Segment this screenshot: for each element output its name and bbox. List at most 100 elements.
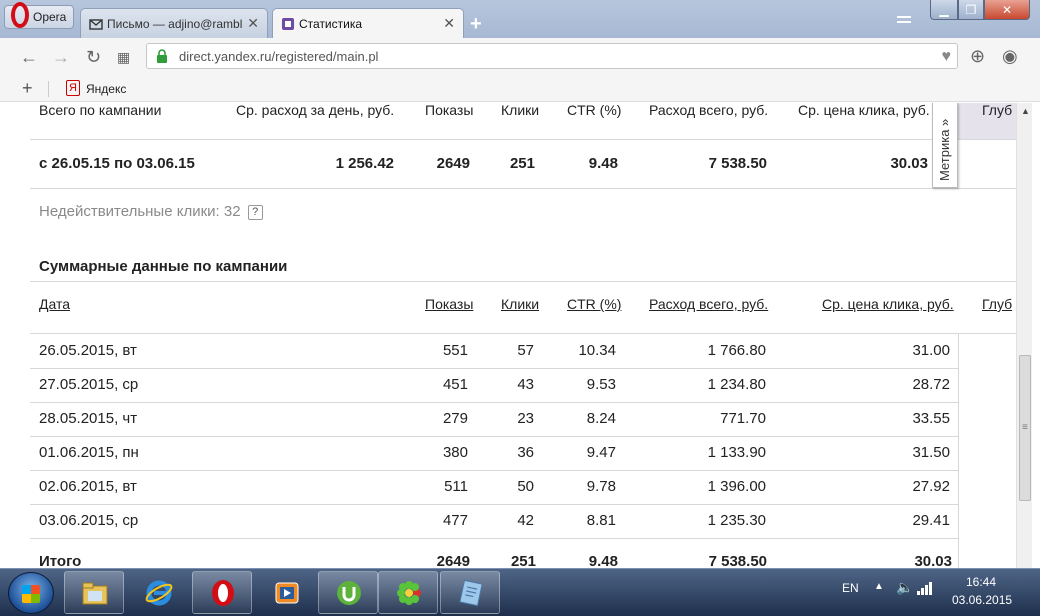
row-clicks: 42 [517,512,534,529]
taskbar-notepad[interactable] [440,571,500,614]
speed-dial-icon[interactable]: ▦ [117,49,130,66]
taskbar-ie[interactable] [128,571,188,614]
invalid-clicks-label: Недействительные клики: 32 [39,203,241,220]
scrollbar-thumb[interactable]: ≡ [1019,355,1031,501]
close-tab-icon[interactable]: ✕ [247,15,259,32]
row-ctr: 9.47 [586,444,616,461]
summary-ctr: 9.48 [588,155,618,172]
row-shows: 380 [442,444,468,461]
windows-taskbar: EN ▲ 🔈 16:44 03.06.2015 [0,568,1040,616]
account-icon[interactable]: ◉ [1002,46,1018,67]
row-divider [30,436,958,437]
summary-clicks: 251 [509,155,535,172]
address-bar[interactable]: direct.yandex.ru/registered/main.pl ♥ [146,43,958,69]
summary-header-total: Расход всего, руб. [649,103,769,118]
row-ctr: 9.53 [586,376,616,393]
metrika-panel-button[interactable]: Метрика » [932,103,958,188]
network-signal-icon[interactable] [916,581,934,595]
close-tab-icon[interactable]: ✕ [443,15,455,32]
minimize-icon[interactable]: ▁ [930,0,958,20]
url-text: direct.yandex.ru/registered/main.pl [179,48,379,64]
taskbar-icq[interactable] [378,571,438,614]
tab-menu-icon[interactable] [896,14,912,26]
address-toolbar: ← → ↻ ▦ direct.yandex.ru/registered/main… [0,38,1040,76]
row-total: 1 235.30 [707,512,766,529]
row-total: 1 396.00 [707,478,766,495]
help-icon[interactable]: ? [247,205,263,220]
window-controls: ▁ ❐ ✕ [930,0,1030,20]
row-avg-click: 28.72 [912,376,950,393]
summary-header-clicks: Клики [501,103,540,118]
ie-icon [145,580,173,606]
windows-logo-icon [22,585,40,603]
taskbar-explorer[interactable] [64,571,124,614]
stash-heart-icon[interactable]: ♥ [942,48,952,66]
maximize-icon[interactable]: ❐ [958,0,984,20]
mail-icon [89,19,103,30]
row-total: 1 133.90 [707,444,766,461]
icq-icon [397,581,421,605]
row-total: 1 234.80 [707,376,766,393]
summary-period: с 26.05.15 по 03.06.15 [39,155,195,172]
tab-statistics[interactable]: Статистика ✕ [272,8,464,38]
language-indicator[interactable]: EN [842,581,859,595]
sort-by-depth-link[interactable]: Глуб [982,296,1012,312]
yandex-icon: Я [66,80,80,96]
bookmark-yandex[interactable]: Яндекс [86,82,126,96]
row-total: 771.70 [720,410,766,427]
row-ctr: 10.34 [578,342,616,359]
opera-icon [212,580,234,606]
opera-menu-label: Opera [33,10,67,24]
row-ctr: 9.78 [586,478,616,495]
close-window-icon[interactable]: ✕ [984,0,1030,20]
taskbar-media-player[interactable] [256,571,316,614]
row-date: 03.06.2015, ср [39,512,139,529]
row-shows: 451 [442,376,468,393]
sort-by-clicks-link[interactable]: Клики [501,296,539,312]
row-divider [30,470,958,471]
forward-icon[interactable]: → [52,47,70,68]
row-date: 26.05.2015, вт [39,342,137,359]
notepad-icon [459,579,483,607]
daily-section-title: Суммарные данные по кампании [39,258,288,275]
summary-avg-daily: 1 256.42 [335,155,394,172]
show-hidden-icons-arrow-icon[interactable]: ▲ [874,581,884,592]
scroll-up-arrow-icon[interactable]: ▲ [1021,106,1030,116]
reload-icon[interactable]: ↻ [86,47,101,68]
page-scrollbar[interactable]: ▲ ≡ [1016,103,1032,568]
row-total: 1 766.80 [707,342,766,359]
summary-header-period: Всего по кампании [39,103,162,118]
utorrent-icon [337,581,361,605]
row-divider [30,402,958,403]
row-avg-click: 31.00 [912,342,950,359]
sort-by-date-link[interactable]: Дата [39,296,70,312]
download-icon[interactable]: ⊕ [970,46,985,67]
total-ctr: 9.48 [588,553,618,568]
taskbar-opera[interactable] [192,571,252,614]
total-avg-click: 30.03 [914,553,952,568]
summary-header-ctr: CTR (%) [567,103,622,118]
add-bookmark-button[interactable]: + [22,78,33,99]
statistics-page: Всего по кампании Ср. расход за день, ру… [0,103,1016,568]
opera-menu-button[interactable]: Opera [4,2,74,29]
total-shows: 2649 [436,553,470,568]
start-button[interactable] [8,572,54,614]
invalid-clicks-text: Недействительные клики: 32 ? [39,203,263,220]
tab-mail[interactable]: Письмо — adjino@rambl ✕ [80,8,268,38]
row-date: 02.06.2015, вт [39,478,137,495]
row-avg-click: 33.55 [912,410,950,427]
clock-time[interactable]: 16:44 [966,575,996,589]
sort-by-avg-click-link[interactable]: Ср. цена клика, руб. [822,296,954,312]
explorer-icon [82,582,108,605]
summary-header-avg-daily: Ср. расход за день, руб. [236,103,395,118]
new-tab-button[interactable]: + [470,13,482,36]
sort-by-shows-link[interactable]: Показы [425,296,473,312]
row-clicks: 23 [517,410,534,427]
clock-date[interactable]: 03.06.2015 [952,593,1012,607]
back-icon[interactable]: ← [20,47,38,68]
row-shows: 511 [444,478,468,495]
sort-by-ctr-link[interactable]: CTR (%) [567,296,621,312]
sort-by-total-link[interactable]: Расход всего, руб. [649,296,768,312]
taskbar-utorrent[interactable] [318,571,378,614]
volume-icon[interactable]: 🔈 [896,579,913,596]
